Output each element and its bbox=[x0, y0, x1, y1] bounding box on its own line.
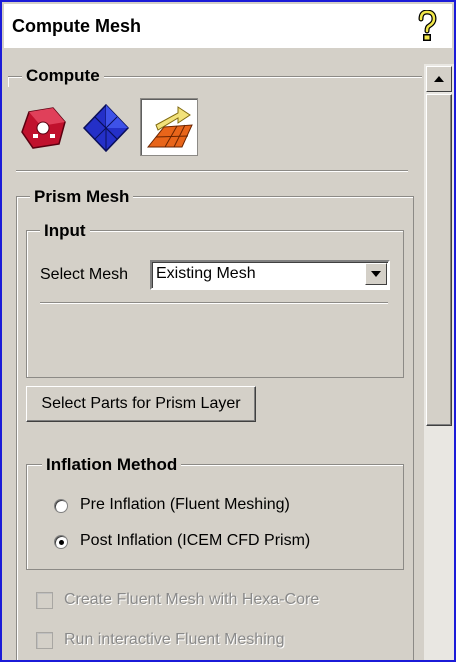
fluent-hexa-core-checkbox[interactable] bbox=[36, 592, 53, 609]
inflation-method-legend: Inflation Method bbox=[42, 455, 182, 475]
select-mesh-dropdown[interactable]: Existing Mesh bbox=[150, 260, 390, 290]
pre-inflation-radio[interactable] bbox=[54, 499, 68, 513]
help-icon[interactable] bbox=[416, 9, 438, 42]
interactive-fluent-checkbox[interactable] bbox=[36, 632, 53, 649]
volume-mesh-icon[interactable] bbox=[16, 100, 72, 156]
fluent-hexa-core-label: Create Fluent Mesh with Hexa-Core bbox=[64, 591, 320, 608]
select-mesh-value: Existing Mesh bbox=[156, 265, 256, 282]
panel-title-bar: Compute Mesh bbox=[4, 4, 452, 48]
octree-mesh-icon[interactable] bbox=[78, 100, 134, 156]
prism-mesh-legend: Prism Mesh bbox=[30, 187, 134, 207]
post-inflation-radio[interactable] bbox=[54, 535, 68, 549]
compute-divider bbox=[16, 170, 408, 172]
input-legend: Input bbox=[40, 221, 90, 241]
prism-mesh-icon[interactable] bbox=[140, 98, 198, 156]
scroll-up-button[interactable] bbox=[426, 66, 452, 92]
select-parts-button[interactable]: Select Parts for Prism Layer bbox=[26, 386, 256, 422]
pre-inflation-label: Pre Inflation (Fluent Meshing) bbox=[80, 496, 290, 513]
vertical-scrollbar[interactable] bbox=[424, 64, 454, 660]
scroll-thumb[interactable] bbox=[426, 94, 452, 426]
interactive-fluent-label: Run interactive Fluent Meshing bbox=[64, 631, 285, 648]
select-mesh-label: Select Mesh bbox=[40, 266, 129, 283]
chevron-down-icon[interactable] bbox=[365, 263, 387, 285]
inflation-method-group bbox=[26, 464, 404, 570]
input-group bbox=[26, 230, 404, 378]
compute-legend: Compute bbox=[22, 66, 104, 86]
input-divider bbox=[40, 302, 388, 304]
compute-mesh-panel: Compute Mesh Compute Prism Mesh Input Se… bbox=[0, 0, 456, 662]
panel-title: Compute Mesh bbox=[12, 16, 142, 36]
post-inflation-label: Post Inflation (ICEM CFD Prism) bbox=[80, 532, 311, 549]
panel-content: Compute Prism Mesh Input Select Mesh Exi… bbox=[4, 50, 422, 660]
